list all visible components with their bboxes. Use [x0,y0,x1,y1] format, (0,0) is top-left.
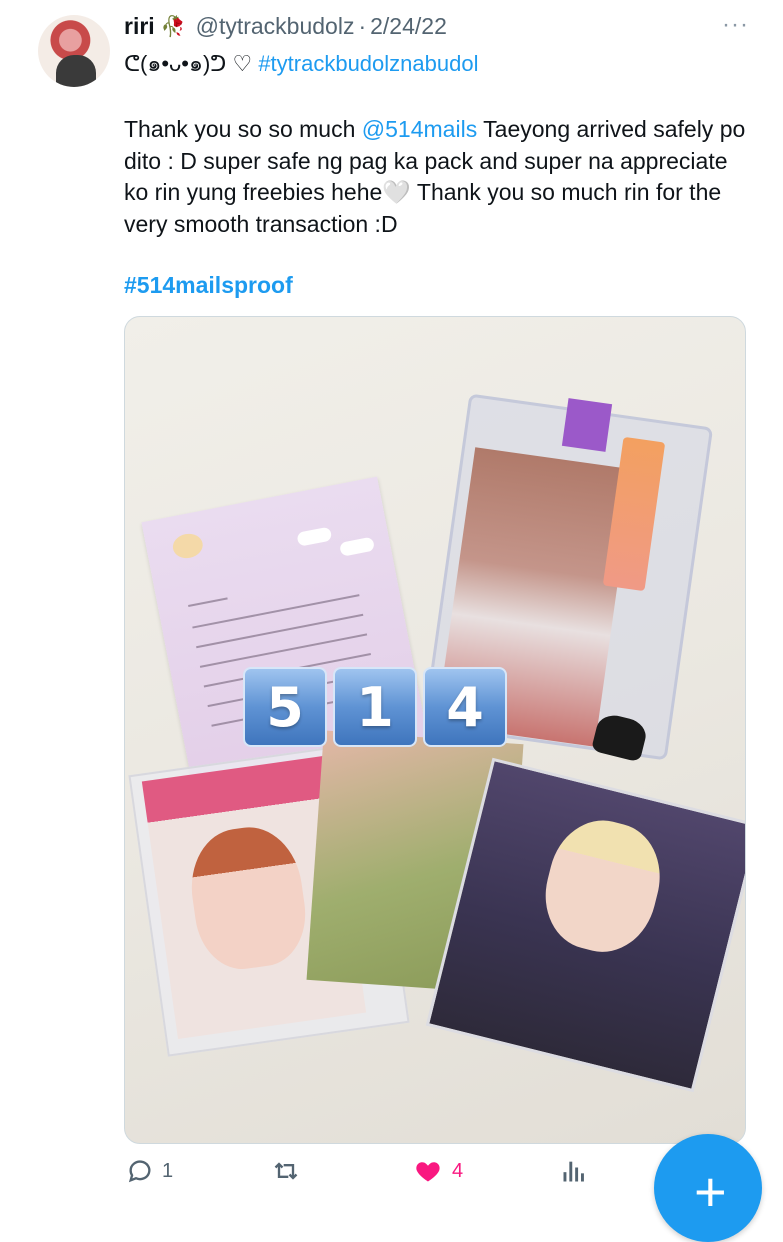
bio-hashtag-link[interactable]: #tytrackbudolznabudol [258,51,478,76]
separator-dot: · [358,12,367,39]
retweet-icon [274,1162,298,1180]
retweet-button[interactable] [272,1157,308,1185]
digit-tile: 5 [243,667,327,747]
like-button[interactable]: 4 [414,1157,463,1185]
more-icon[interactable]: ··· [722,11,749,39]
sticky-tab [561,398,613,452]
author-bio: ᕦ(๑•ᴗ•๑)ᕤ ♡ #tytrackbudolznabudol [124,46,478,81]
author-handle[interactable]: @tytrackbudolz [196,13,355,40]
tweet-photo[interactable]: 5 1 4 [124,316,746,1144]
digit-tile: 1 [333,667,417,747]
analytics-icon [563,1161,584,1182]
digit-tile: 4 [423,667,507,747]
like-icon [416,1162,440,1182]
tweet-date[interactable]: 2/24/22 [370,13,447,40]
author-name[interactable]: riri [124,13,155,40]
reply-button[interactable]: 1 [126,1157,173,1185]
reply-icon [128,1160,151,1183]
like-count: 4 [452,1159,464,1182]
bio-emoticon: ᕦ(๑•ᴗ•๑)ᕤ ♡ [124,51,253,76]
reply-count: 1 [162,1159,174,1182]
number-badge: 5 1 4 [243,667,609,747]
hashtag-link[interactable]: #514mailsproof [124,272,293,299]
author-avatar[interactable] [38,15,110,87]
tweet-text-part1: Thank you so so much [124,116,362,142]
compose-button[interactable]: + [654,1134,762,1242]
compose-icon: + [694,1160,727,1223]
tweet-text: Thank you so so much @514mails Taeyong a… [124,114,754,240]
rose-icon: 🥀 [160,15,186,38]
tweet-header: riri 🥀 @tytrackbudolz · 2/24/22 [124,11,447,41]
mention-link[interactable]: @514mails [362,116,477,142]
analytics-button[interactable] [560,1157,588,1185]
